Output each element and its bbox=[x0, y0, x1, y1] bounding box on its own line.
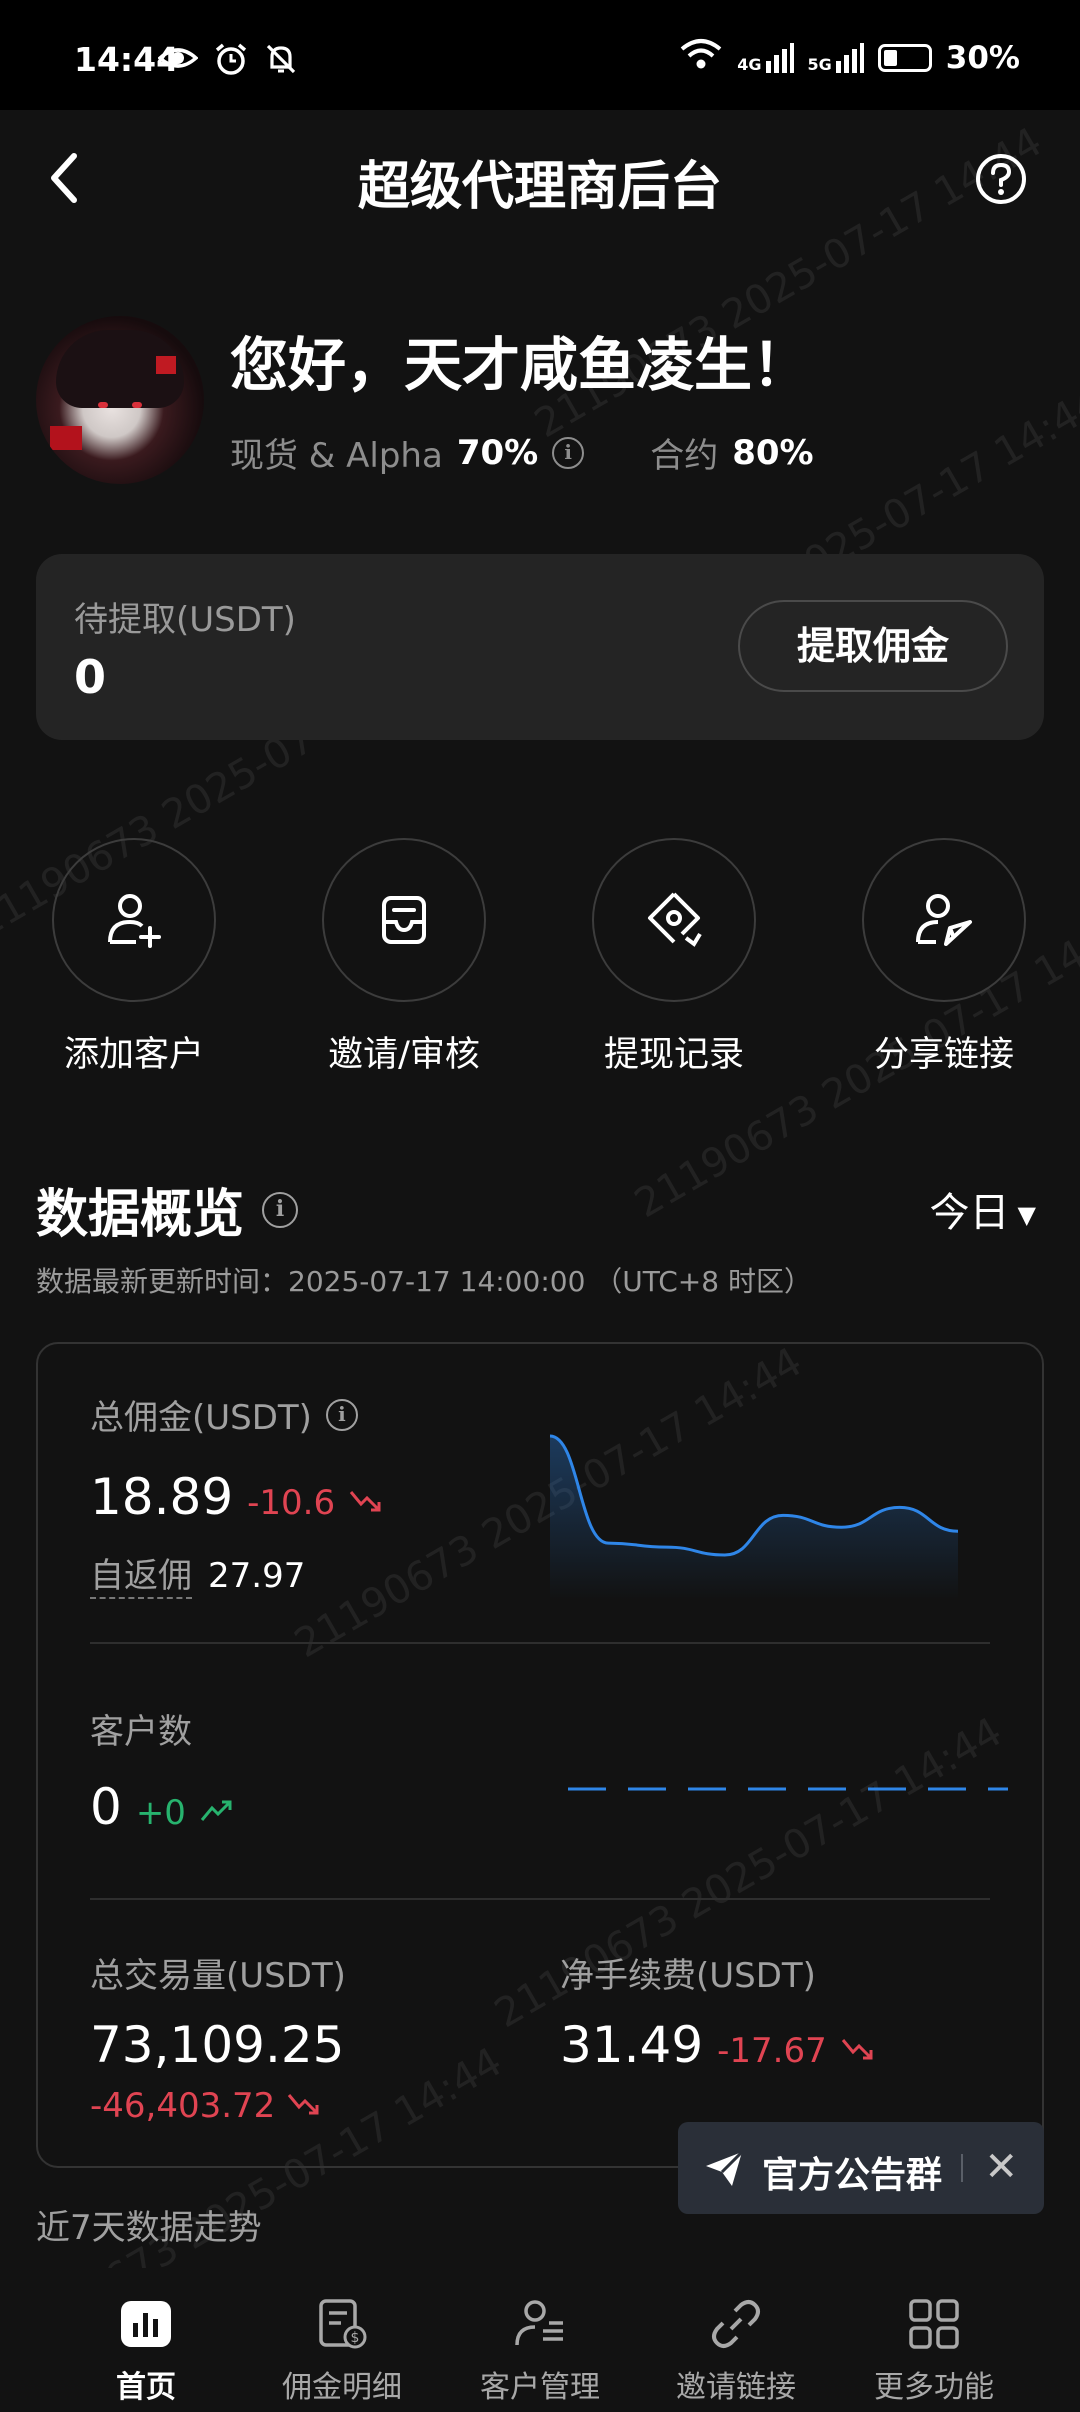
eye-icon bbox=[157, 42, 199, 80]
customers-sparkline bbox=[568, 1787, 1008, 1791]
commission-rates: 现货 & Alpha 70% i 合约 80% bbox=[230, 428, 814, 477]
customers-change: +0 bbox=[135, 1793, 186, 1833]
period-value: 今日 bbox=[929, 1190, 1010, 1236]
mute-bell-icon bbox=[264, 42, 298, 80]
status-bar: 14:44 4G 5G 30% bbox=[0, 0, 1080, 110]
signal-5g-icon: 5G bbox=[808, 43, 864, 73]
divider bbox=[90, 1898, 990, 1900]
tab-label: 客户管理 bbox=[480, 2370, 600, 2405]
home-chart-icon bbox=[121, 2301, 171, 2347]
tab-label: 首页 bbox=[116, 2370, 176, 2405]
trend-section-label: 近7天数据走势 bbox=[36, 2208, 262, 2248]
pending-withdraw-card: 待提取(USDT) 0 提取佣金 bbox=[36, 554, 1044, 740]
futures-label: 合约 bbox=[650, 436, 719, 476]
action-label: 分享链接 bbox=[873, 1035, 1014, 1075]
spot-rate: 70% bbox=[456, 432, 539, 473]
withdraw-commission-button[interactable]: 提取佣金 bbox=[738, 600, 1008, 692]
customer-manage-icon bbox=[515, 2300, 563, 2346]
commission-sparkline bbox=[549, 1434, 959, 1600]
action-label: 添加客户 bbox=[63, 1035, 204, 1075]
invite-review-action[interactable]: 邀请/审核 bbox=[294, 838, 514, 1077]
commission-detail-icon: $ bbox=[319, 2299, 367, 2349]
total-commission-value: 18.89 bbox=[90, 1468, 234, 1526]
battery-icon bbox=[877, 44, 932, 72]
period-selector[interactable]: 今日 ▼ bbox=[930, 1180, 1036, 1238]
avatar[interactable] bbox=[36, 316, 204, 484]
net-fee-label: 净手续费(USDT) bbox=[560, 1956, 816, 1996]
sparkline-area bbox=[550, 1436, 958, 1600]
spot-label: 现货 & Alpha bbox=[230, 436, 443, 476]
alarm-icon bbox=[214, 42, 248, 80]
svg-text:$: $ bbox=[351, 2330, 360, 2346]
announcement-group-toast[interactable]: 官方公告群 ✕ bbox=[678, 2122, 1044, 2214]
close-icon[interactable]: ✕ bbox=[984, 2144, 1018, 2190]
total-commission-label: 总佣金(USDT) bbox=[90, 1398, 312, 1438]
futures-rate: 80% bbox=[732, 432, 814, 473]
volume-value: 73,109.25 bbox=[90, 2016, 345, 2074]
quick-actions: 添加客户 邀请/审核 提现记录 分享链接 bbox=[0, 838, 1080, 1078]
battery-percent: 30% bbox=[945, 40, 1020, 76]
send-icon bbox=[706, 2150, 744, 2186]
info-icon[interactable]: i bbox=[325, 1398, 358, 1431]
help-button[interactable] bbox=[974, 152, 1028, 210]
help-icon bbox=[976, 154, 1026, 204]
action-label: 邀请/审核 bbox=[328, 1035, 480, 1075]
customers-value: 0 bbox=[90, 1778, 122, 1836]
overview-card: 总佣金(USDT) i 18.89 -10.6 自返佣 27.97 客户数 0 … bbox=[36, 1342, 1044, 2168]
share-user-icon bbox=[916, 894, 972, 946]
info-icon[interactable]: i bbox=[552, 436, 585, 469]
signal-4g-icon: 4G bbox=[737, 43, 794, 73]
withdraw-record-action[interactable]: 提现记录 bbox=[564, 838, 784, 1077]
trend-down-icon bbox=[288, 2094, 319, 2115]
tab-label: 佣金明细 bbox=[282, 2370, 402, 2405]
pending-value: 0 bbox=[74, 650, 107, 704]
pending-label: 待提取(USDT) bbox=[74, 600, 296, 640]
net-fee-change: -17.67 bbox=[717, 2031, 827, 2071]
announcement-label: 官方公告群 bbox=[762, 2155, 943, 2196]
share-link-action[interactable]: 分享链接 bbox=[834, 838, 1054, 1077]
inbox-icon bbox=[382, 896, 426, 944]
rebate-label[interactable]: 自返佣 bbox=[90, 1548, 192, 1599]
tab-customer-manage[interactable]: 客户管理 bbox=[440, 2294, 640, 2406]
divider bbox=[90, 1642, 990, 1644]
grid-icon bbox=[909, 2299, 959, 2349]
tab-label: 邀请链接 bbox=[676, 2370, 796, 2405]
customers-label: 客户数 bbox=[90, 1712, 192, 1752]
add-customer-action[interactable]: 添加客户 bbox=[24, 838, 244, 1077]
caret-down-icon: ▼ bbox=[1017, 1201, 1036, 1229]
trend-up-icon bbox=[200, 1800, 232, 1821]
tab-more[interactable]: 更多功能 bbox=[834, 2294, 1034, 2406]
tab-home[interactable]: 首页 bbox=[46, 2294, 246, 2406]
add-user-icon bbox=[108, 894, 161, 948]
trend-down-icon bbox=[841, 2039, 873, 2060]
net-fee-value: 31.49 bbox=[560, 2016, 704, 2074]
tab-label: 更多功能 bbox=[874, 2370, 994, 2405]
tab-commission-detail[interactable]: $ 佣金明细 bbox=[242, 2294, 442, 2406]
info-icon[interactable]: i bbox=[262, 1191, 299, 1228]
greeting-text: 您好，天才咸鱼凌生！ bbox=[230, 331, 811, 399]
link-icon bbox=[712, 2300, 760, 2348]
bottom-tab-bar: 首页 $ 佣金明细 客户管理 邀请链接 更多功能 bbox=[0, 2268, 1080, 2412]
withdraw-record-icon bbox=[648, 892, 702, 947]
trend-down-icon bbox=[349, 1491, 381, 1512]
volume-change: -46,403.72 bbox=[90, 2086, 276, 2126]
action-label: 提现记录 bbox=[603, 1035, 744, 1075]
overview-title: 数据概览 bbox=[36, 1185, 245, 1245]
page-title: 超级代理商后台 bbox=[357, 157, 722, 217]
rebate-value: 27.97 bbox=[208, 1556, 306, 1596]
total-commission-change: -10.6 bbox=[247, 1483, 336, 1523]
overview-heading: 数据概览 i bbox=[36, 1172, 299, 1247]
wifi-icon bbox=[679, 38, 723, 78]
app-header: 超级代理商后台 bbox=[0, 110, 1080, 250]
tab-invite-link[interactable]: 邀请链接 bbox=[636, 2294, 836, 2406]
update-time: 数据最新更新时间：2025-07-17 14:00:00 （UTC+8 时区） bbox=[36, 1265, 812, 1298]
volume-label: 总交易量(USDT) bbox=[90, 1956, 346, 1996]
